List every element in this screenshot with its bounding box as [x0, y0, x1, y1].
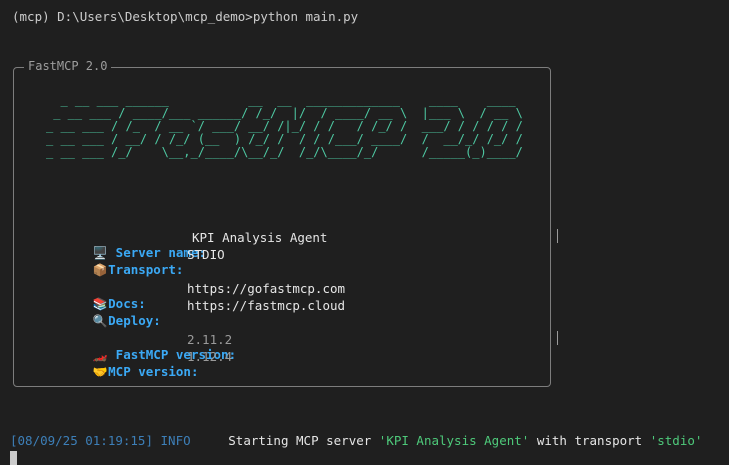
- server-name-value: KPI Analysis Agent: [192, 230, 328, 245]
- transport-label: Transport:: [108, 262, 184, 277]
- docs-url[interactable]: https://gofastmcp.com: [187, 281, 345, 296]
- mcp-version-row: 🤝MCP version: 1.12.4: [47, 349, 232, 379]
- render-artifact-divider: [557, 331, 558, 345]
- server-name-row: 🖥️ Server name: KPI Analysis Agent: [47, 230, 328, 260]
- fastmcp-banner-panel: FastMCP 2.0 _ __ ___ ______ __ __ ______…: [13, 59, 551, 387]
- panel-title: FastMCP 2.0: [24, 59, 112, 73]
- command-prompt: (mcp) D:\Users\Desktop\mcp_demo>python m…: [12, 9, 359, 24]
- terminal-window[interactable]: (mcp) D:\Users\Desktop\mcp_demo>python m…: [0, 0, 729, 465]
- log-level: INFO: [160, 433, 191, 448]
- log-message-middle: with transport: [529, 433, 650, 448]
- fastmcp-version-row: 🏎️ FastMCP version: 2.11.2: [47, 332, 236, 362]
- log-timestamp: [08/09/25 01:19:15]: [10, 433, 153, 448]
- deploy-label: Deploy:: [108, 313, 161, 328]
- render-artifact-divider: [557, 229, 558, 243]
- fastmcp-version-value: 2.11.2: [187, 332, 233, 347]
- deploy-url[interactable]: https://fastmcp.cloud: [187, 298, 345, 313]
- search-icon: 🔍: [92, 314, 108, 328]
- mcp-version-label: MCP version:: [108, 364, 199, 379]
- terminal-cursor: [10, 451, 17, 465]
- log-transport: 'stdio': [649, 433, 703, 448]
- transport-row: 📦Transport: STDIO: [47, 247, 225, 277]
- log-message-prefix: Starting MCP server: [228, 433, 379, 448]
- handshake-icon: 🤝: [92, 365, 108, 379]
- docs-row: 📚Docs: https://gofastmcp.com: [47, 281, 345, 311]
- log-server-name: 'KPI Analysis Agent': [378, 433, 530, 448]
- package-icon: 📦: [92, 263, 108, 277]
- transport-value: STDIO: [187, 247, 225, 262]
- deploy-row: 🔍Deploy: https://fastmcp.cloud: [47, 298, 345, 328]
- log-line: [08/09/25 01:19:15] INFO Starting MCP se…: [10, 433, 702, 448]
- mcp-version-value: 1.12.4: [187, 349, 233, 364]
- fastmcp-ascii-logo: _ __ ___ ______ __ __ _____________ ____…: [46, 93, 523, 159]
